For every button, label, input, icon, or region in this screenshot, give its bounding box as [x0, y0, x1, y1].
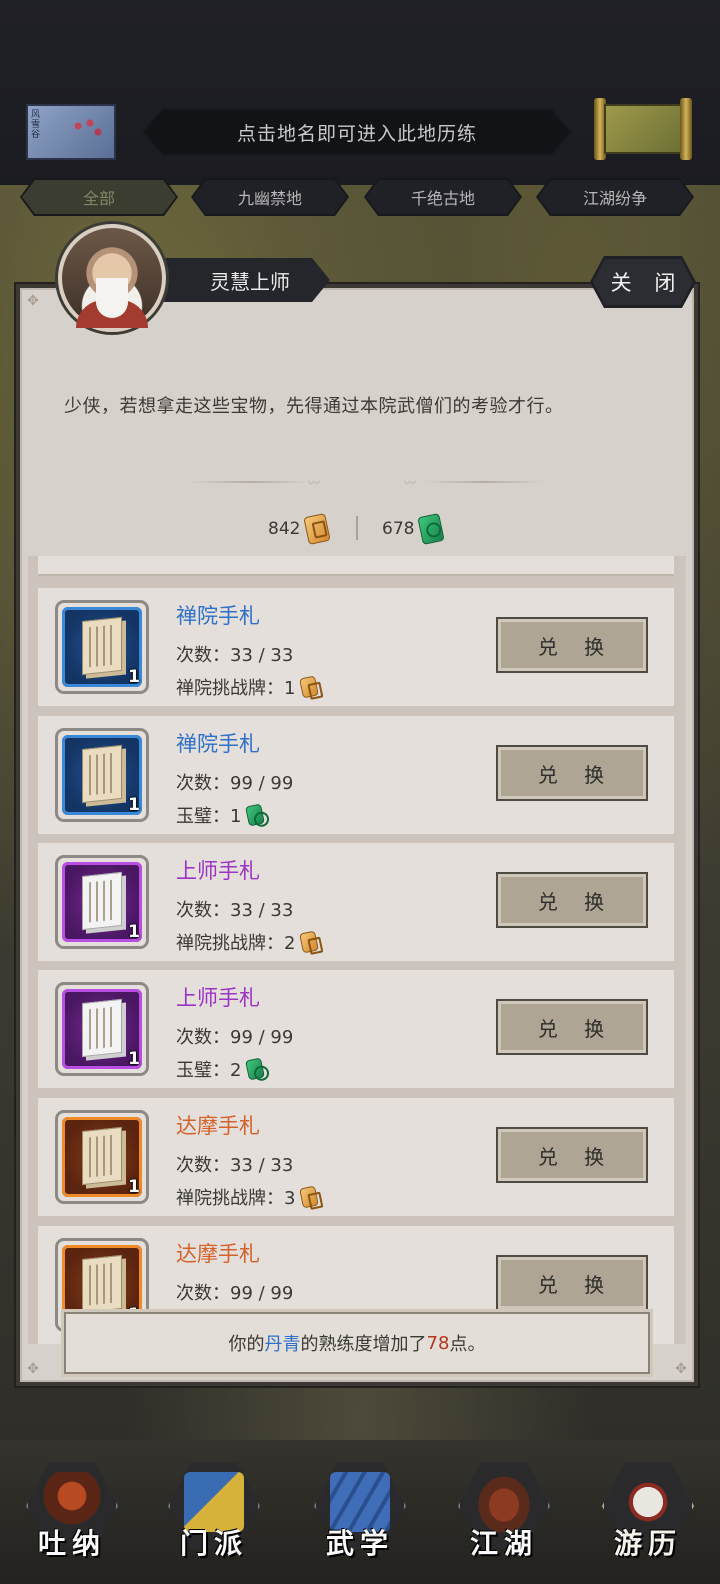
scroll-manual-icon — [82, 998, 122, 1058]
item-count: 次数：99 / 99 — [176, 1283, 294, 1304]
item-cost: 禅院挑战牌：1 — [176, 674, 320, 700]
tab-jiuyou[interactable]: 九幽禁地 — [191, 178, 349, 216]
item-name: 禅院手札 — [176, 732, 260, 756]
nav-menpai[interactable]: 门派 — [162, 1446, 266, 1562]
corner-ornament-icon: ✥ — [27, 1361, 39, 1377]
jade-token-icon — [245, 1057, 266, 1081]
jade-token-count: 678 — [382, 519, 415, 539]
map-scroll-icon[interactable] — [594, 98, 692, 160]
tab-qianjue[interactable]: 千绝古地 — [364, 178, 522, 216]
list-item: 1 达摩手札 次数：33 / 33 禅院挑战牌：3 兑 换 — [38, 1098, 674, 1216]
gold-token-icon — [303, 513, 332, 545]
list-item: 1 上师手札 次数：99 / 99 玉璧：2 兑 换 — [38, 970, 674, 1088]
hint-text: 点击地名即可进入此地历练 — [236, 122, 477, 145]
exchange-button[interactable]: 兑 换 — [496, 617, 648, 673]
exchange-button[interactable]: 兑 换 — [496, 999, 648, 1055]
item-count: 次数：99 / 99 — [176, 1027, 294, 1048]
item-icon[interactable]: 1 — [55, 600, 149, 694]
toast-skill: 丹青 — [264, 1334, 301, 1355]
item-name: 达摩手札 — [176, 1242, 260, 1266]
gold-token-icon — [299, 930, 320, 954]
region-tabs: 全部 九幽禁地 千绝古地 江湖纷争 — [0, 178, 720, 218]
jade-token-icon — [245, 803, 266, 827]
scroll-paper — [604, 104, 682, 154]
divider-left: 〰 — [190, 476, 330, 490]
exchange-button[interactable]: 兑 换 — [496, 1127, 648, 1183]
scroll-manual-icon — [82, 1126, 122, 1186]
divider-right: 〰 — [404, 476, 544, 490]
scroll-rod-right — [680, 98, 692, 160]
scroll-manual-icon — [82, 1254, 122, 1314]
currency-separator — [356, 516, 358, 540]
item-cost: 禅院挑战牌：3 — [176, 1184, 320, 1210]
item-icon[interactable]: 1 — [55, 1110, 149, 1204]
item-count: 次数：99 / 99 — [176, 773, 294, 794]
npc-dialogue: 少侠，若想拿走这些宝物，先得通过本院武僧们的考验才行。 — [64, 396, 564, 417]
exchange-list[interactable]: 1 禅院手札 次数：33 / 33 禅院挑战牌：1 兑 换 1 禅院手札 次数：… — [28, 556, 686, 1344]
item-count: 次数：33 / 33 — [176, 900, 294, 921]
scroll-manual-icon — [82, 871, 122, 931]
nav-youli[interactable]: 游历 — [596, 1446, 700, 1562]
item-name: 上师手札 — [176, 986, 260, 1010]
nav-wuxue[interactable]: 武学 — [308, 1446, 412, 1562]
plum-blossom-icon — [66, 114, 106, 144]
item-icon[interactable]: 1 — [55, 982, 149, 1076]
currency-jade: 678 — [382, 513, 446, 545]
item-icon[interactable]: 1 — [55, 728, 149, 822]
scroll-manual-icon — [82, 744, 122, 804]
corner-ornament-icon: ✥ — [27, 293, 39, 309]
item-name: 达摩手札 — [176, 1114, 260, 1138]
exchange-button[interactable]: 兑 换 — [496, 1255, 648, 1311]
corner-ornament-icon: ✥ — [675, 1361, 687, 1377]
item-name: 上师手札 — [176, 859, 260, 883]
gold-token-icon — [299, 1185, 320, 1209]
list-item: 1 禅院手札 次数：33 / 33 禅院挑战牌：1 兑 换 — [38, 588, 674, 706]
tab-jianghu[interactable]: 江湖纷争 — [536, 178, 694, 216]
tab-all[interactable]: 全部 — [20, 178, 178, 216]
item-cost: 禅院挑战牌：2 — [176, 929, 320, 955]
item-count: 次数：33 / 33 — [176, 645, 294, 666]
item-name: 禅院手札 — [176, 604, 260, 628]
item-cost: 玉璧：1 — [176, 802, 266, 828]
list-item: 1 上师手札 次数：33 / 33 禅院挑战牌：2 兑 换 — [38, 843, 674, 961]
item-count: 次数：33 / 33 — [176, 1155, 294, 1176]
toast-amount: 78 — [426, 1332, 450, 1354]
nav-jianghu[interactable]: 江湖 — [452, 1446, 556, 1562]
proficiency-toast: 你的 丹青 的熟练度增加了 78 点。 — [64, 1312, 650, 1374]
npc-name-plate: 灵慧上师 — [150, 258, 330, 302]
list-item-partial — [38, 556, 674, 576]
npc-portrait-avatar — [58, 224, 166, 332]
gold-token-icon — [299, 675, 320, 699]
close-button[interactable]: 关 闭 — [590, 256, 696, 308]
scroll-manual-icon — [82, 616, 122, 676]
item-cost: 玉璧：2 — [176, 1056, 266, 1082]
currency-gold: 842 — [268, 513, 332, 545]
gold-token-count: 842 — [268, 519, 301, 539]
region-thumb-label: 风雪谷 — [31, 110, 41, 140]
item-icon[interactable]: 1 — [55, 855, 149, 949]
close-button-label: 关 闭 — [610, 271, 684, 295]
nav-tuna[interactable]: 吐纳 — [20, 1446, 124, 1562]
region-thumbnail[interactable]: 风雪谷 — [26, 104, 116, 160]
hint-bar: 点击地名即可进入此地历练 — [142, 108, 572, 156]
exchange-button[interactable]: 兑 换 — [496, 745, 648, 801]
exchange-button[interactable]: 兑 换 — [496, 872, 648, 928]
portrait-beard — [96, 278, 128, 318]
jade-token-icon — [417, 513, 446, 545]
list-item: 1 禅院手札 次数：99 / 99 玉璧：1 兑 换 — [38, 716, 674, 834]
